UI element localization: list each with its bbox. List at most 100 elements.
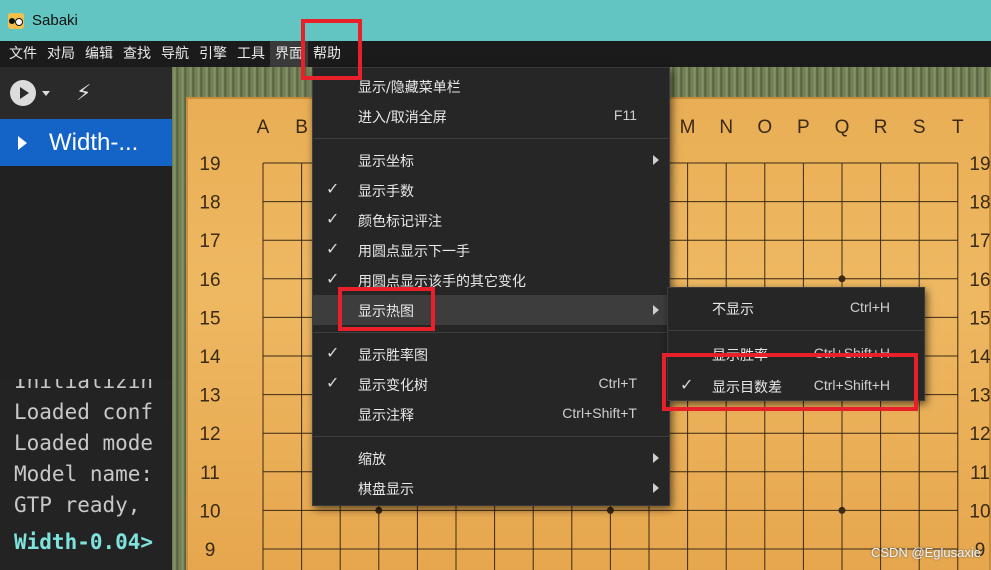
heatmap-menu-item-label: 不显示: [712, 302, 754, 318]
console-line: Loaded conf: [14, 400, 154, 424]
view-menu-item-label: 颜色标记评注: [358, 214, 442, 230]
star-point: [838, 506, 846, 514]
chevron-right-icon: [653, 483, 659, 493]
column-label: O: [757, 117, 772, 138]
check-icon: ✓: [326, 269, 340, 288]
bolt-icon[interactable]: ⚡: [76, 81, 91, 106]
menu-3[interactable]: 查找: [118, 41, 156, 67]
expand-arrow-icon[interactable]: [18, 135, 27, 150]
row-label-right: 10: [969, 501, 990, 522]
row-label: 9: [205, 540, 216, 561]
row-label: 11: [200, 463, 220, 484]
view-menu-item[interactable]: ✓ 显示胜率图: [313, 339, 669, 369]
shortcut-text: Ctrl+T: [598, 375, 638, 391]
game-tree-item[interactable]: Width-...: [0, 119, 172, 166]
row-label-right: 13: [969, 386, 990, 407]
view-menu-item[interactable]: 进入/取消全屏 F11: [313, 101, 669, 131]
left-sidebar: ⚡ Width-... Initializin Loaded conf Loaded…: [0, 67, 172, 570]
row-label: 18: [199, 193, 220, 214]
star-point: [375, 506, 383, 514]
window-title: Sabaki: [32, 12, 78, 29]
row-label: 19: [199, 154, 220, 175]
view-menu-item-label: 棋盘显示: [358, 482, 414, 498]
game-tree-label: Width-...: [49, 128, 139, 156]
row-label: 13: [199, 386, 220, 407]
view-menu-item-label: 显示坐标: [358, 154, 414, 170]
console-line: Loaded mode: [14, 431, 154, 455]
row-label-right: 18: [969, 193, 990, 214]
row-label-right: 19: [969, 154, 990, 175]
menu-4[interactable]: 导航: [156, 41, 194, 67]
column-label: R: [874, 117, 888, 138]
view-menu-item[interactable]: 棋盘显示: [313, 473, 669, 503]
check-icon: ✓: [326, 239, 340, 258]
gtp-console: Initializin Loaded conf Loaded mode Model n…: [0, 379, 172, 570]
menu-5[interactable]: 引擎: [194, 41, 232, 67]
chevron-right-icon: [653, 453, 659, 463]
shortcut-text: F11: [613, 107, 637, 123]
menu-separator: [313, 332, 669, 333]
sabaki-logo-icon: [8, 12, 24, 29]
star-point: [838, 275, 846, 283]
check-icon: ✓: [326, 373, 340, 392]
view-menu-item[interactable]: ✓ 用圆点显示下一手: [313, 235, 669, 265]
column-label: A: [257, 117, 270, 138]
app-window: Sabaki 文件 对局 编辑 查找 导航 引擎 工具 界面 帮助 ⚡ Width-... In…: [0, 0, 991, 570]
view-menu-item-label: 显示注释: [358, 408, 414, 424]
row-label-right: 16: [969, 270, 990, 291]
row-label-right: 17: [969, 231, 990, 252]
annotation-box-score-lead: [662, 353, 918, 411]
row-label: 17: [199, 231, 220, 252]
annotation-box-view-menu: [301, 19, 362, 80]
view-menu-item-label: 显示变化树: [358, 378, 428, 394]
menu-separator: [313, 138, 669, 139]
menu-separator: [668, 330, 924, 331]
row-label: 14: [199, 347, 221, 368]
column-label: T: [952, 117, 964, 138]
menu-6[interactable]: 工具: [232, 41, 270, 67]
shortcut-text: Ctrl+Shift+T: [562, 405, 637, 421]
view-menu-item[interactable]: ✓ 显示手数: [313, 175, 669, 205]
check-icon: ✓: [326, 209, 340, 228]
view-menu-item[interactable]: 显示坐标: [313, 145, 669, 175]
check-icon: ✓: [326, 343, 340, 362]
heatmap-menu-item[interactable]: 不显示 Ctrl+H: [668, 293, 924, 323]
console-line: Initializin: [14, 379, 154, 393]
watermark: CSDN @Eglusaxie: [870, 545, 981, 560]
shortcut-text: Ctrl+H: [849, 299, 890, 315]
menu-0[interactable]: 文件: [4, 41, 42, 67]
view-menu-item[interactable]: 显示/隐藏菜单栏: [313, 71, 669, 101]
row-label: 16: [199, 270, 220, 291]
view-menu-item-label: 显示手数: [358, 184, 414, 200]
engine-toolbar: ⚡: [0, 67, 172, 119]
menu-1[interactable]: 对局: [42, 41, 80, 67]
menu-separator: [313, 436, 669, 437]
column-label: B: [295, 117, 308, 138]
view-menu-item-label: 显示/隐藏菜单栏: [358, 80, 461, 96]
column-label: M: [680, 117, 696, 138]
row-label-right: 15: [969, 308, 990, 329]
column-label: P: [797, 117, 810, 138]
column-label: Q: [835, 117, 850, 138]
column-label: N: [719, 117, 733, 138]
annotation-box-heatmap: [338, 287, 435, 331]
chevron-down-icon[interactable]: [42, 90, 50, 96]
row-label: 12: [199, 424, 220, 445]
view-menu-item-label: 用圆点显示下一手: [358, 244, 470, 260]
view-menu-item[interactable]: 缩放: [313, 443, 669, 473]
play-icon[interactable]: [10, 80, 36, 106]
console-prompt[interactable]: Width-0.04>: [0, 527, 172, 558]
menu-bar: 文件 对局 编辑 查找 导航 引擎 工具 界面 帮助: [0, 41, 991, 67]
view-menu-item-label: 显示胜率图: [358, 348, 428, 364]
column-label: S: [913, 117, 926, 138]
title-bar: Sabaki: [0, 0, 991, 41]
view-menu-item[interactable]: 显示注释 Ctrl+Shift+T: [313, 399, 669, 429]
view-menu-item-label: 进入/取消全屏: [358, 110, 447, 126]
chevron-right-icon: [653, 155, 659, 165]
menu-2[interactable]: 编辑: [80, 41, 118, 67]
view-menu-item[interactable]: ✓ 颜色标记评注: [313, 205, 669, 235]
star-point: [606, 506, 614, 514]
view-menu-item[interactable]: ✓ 显示变化树 Ctrl+T: [313, 369, 669, 399]
row-label-right: 12: [969, 424, 990, 445]
console-line: Model name:: [14, 462, 154, 486]
